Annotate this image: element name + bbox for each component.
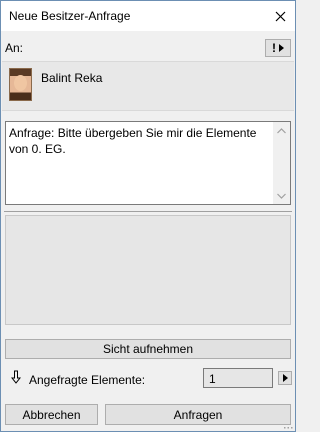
recipient-name: Balint Reka <box>41 71 103 85</box>
message-scrollbar[interactable] <box>273 122 290 204</box>
to-label: An: <box>5 41 24 55</box>
dialog-window: Neue Besitzer-Anfrage An: ! Balint Reka … <box>0 0 296 432</box>
title-bar: Neue Besitzer-Anfrage <box>1 1 295 31</box>
scroll-down-icon[interactable] <box>273 187 290 204</box>
play-arrow-icon <box>279 44 284 52</box>
close-button[interactable] <box>265 1 295 31</box>
message-textarea[interactable]: Anfrage: Bitte übergeben Sie mir die Ele… <box>5 121 291 205</box>
capture-view-button[interactable]: Sicht aufnehmen <box>5 339 291 359</box>
recipient-row <box>2 61 294 111</box>
scroll-up-icon[interactable] <box>273 122 290 139</box>
message-text: Anfrage: Bitte übergeben Sie mir die Ele… <box>9 126 257 156</box>
exclamation-icon: ! <box>272 41 276 55</box>
requested-elements-field: 1 <box>203 368 273 388</box>
cancel-button[interactable]: Abbrechen <box>5 404 98 425</box>
recipient-options-button[interactable]: ! <box>265 39 291 57</box>
resize-grip-icon[interactable] <box>284 426 293 429</box>
window-title: Neue Besitzer-Anfrage <box>9 9 131 23</box>
divider <box>4 211 292 212</box>
down-arrow-icon <box>11 370 21 384</box>
request-button[interactable]: Anfragen <box>105 404 291 425</box>
play-arrow-icon <box>282 374 288 382</box>
requested-elements-label: Angefragte Elemente: <box>29 373 146 387</box>
user-photo-icon <box>9 68 32 101</box>
view-preview-area <box>5 215 291 325</box>
requested-elements-button[interactable] <box>278 371 292 385</box>
close-icon <box>275 11 285 21</box>
